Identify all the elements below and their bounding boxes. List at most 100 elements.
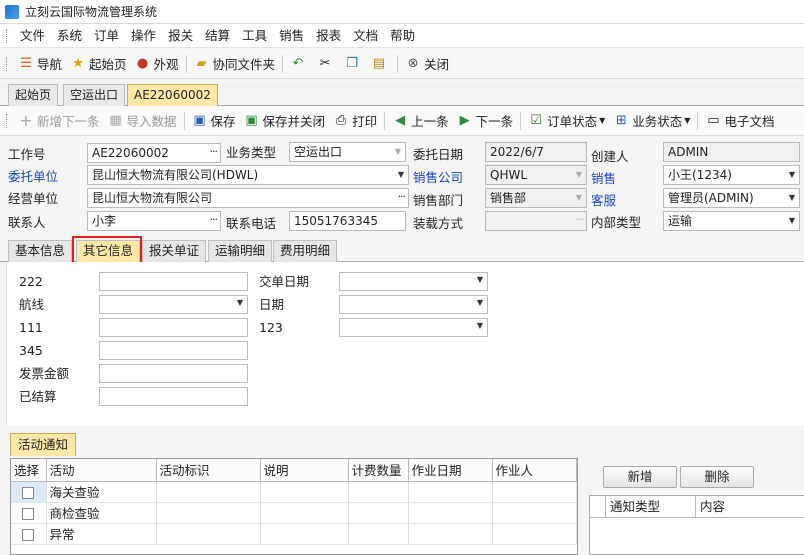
col-content[interactable]: 内容 (696, 496, 804, 518)
sales-company-select[interactable]: QHWL ▼ (485, 165, 587, 185)
ellipsis-icon[interactable]: ··· (210, 144, 218, 161)
prev-button[interactable]: ◀ 上一条 (388, 109, 453, 133)
menu-customs[interactable]: 报关 (162, 25, 199, 47)
sales-select[interactable]: 小王(1234) ▼ (663, 165, 800, 185)
biz-type-select[interactable]: 空运出口 ▼ (289, 142, 406, 162)
table-row[interactable]: 商检查验 (11, 502, 577, 524)
date-select[interactable]: ▼ (339, 295, 488, 314)
tab-basic-info[interactable]: 基本信息 (8, 240, 73, 262)
menu-settlement[interactable]: 结算 (199, 25, 236, 47)
menu-file[interactable]: 文件 (14, 25, 51, 47)
home-button[interactable]: ★ 起始页 (66, 52, 131, 76)
shared-folder-button[interactable]: ▰ 协同文件夹 (190, 52, 280, 76)
next-button[interactable]: ▶ 下一条 (453, 109, 518, 133)
sales-label[interactable]: 销售 (591, 169, 616, 189)
copy-icon: ❐ (346, 55, 358, 71)
import-button[interactable]: ▦ 导入数据 (104, 109, 181, 133)
entrust-date-label: 委托日期 (413, 147, 464, 162)
menu-tools[interactable]: 工具 (236, 25, 273, 47)
col-activity[interactable]: 活动 (46, 459, 157, 482)
tab-current-job[interactable]: AE22060002 (127, 84, 218, 107)
tab-home[interactable]: 起始页 (8, 84, 59, 106)
settled-label: 已结算 (19, 389, 57, 404)
client-label[interactable]: 委托单位 (8, 167, 58, 187)
ellipsis-icon[interactable]: ··· (398, 189, 406, 206)
save-close-button[interactable]: ▣ 保存并关闭 (240, 109, 330, 133)
close-button[interactable]: ⊗ 关闭 (401, 52, 453, 76)
field-111-input[interactable] (99, 318, 248, 337)
delete-notice-button[interactable]: 删除 (680, 466, 754, 488)
menu-reports[interactable]: 报表 (310, 25, 347, 47)
col-select[interactable]: 选择 (11, 459, 47, 482)
tab-air-export[interactable]: 空运出口 (63, 84, 126, 106)
submit-date-select[interactable]: ▼ (339, 272, 488, 291)
edoc-button[interactable]: ▭ 电子文档 (701, 109, 778, 133)
col-work-date[interactable]: 作业日期 (408, 459, 493, 482)
copy-button[interactable]: ❐ (340, 52, 367, 76)
save-button[interactable]: ▣ 保存 (188, 109, 240, 133)
field-222-input[interactable] (99, 272, 248, 291)
col-activity-id[interactable]: 活动标识 (156, 459, 261, 482)
ellipsis-icon[interactable]: ··· (210, 212, 218, 229)
menu-documents[interactable]: 文档 (347, 25, 384, 47)
route-label: 航线 (19, 297, 45, 312)
sales-dept-select[interactable]: 销售部 ▼ (485, 188, 587, 208)
tab-activity-notice[interactable]: 活动通知 (10, 433, 77, 456)
cs-label[interactable]: 客服 (591, 191, 616, 211)
route-select[interactable]: ▼ (99, 295, 248, 314)
field-345-input[interactable] (99, 341, 248, 360)
job-no-field[interactable]: AE22060002 ··· (87, 143, 221, 163)
table-row[interactable]: 异常 (11, 523, 577, 545)
col-billing-qty[interactable]: 计费数量 (348, 459, 409, 482)
chevron-down-icon: ▼ (599, 116, 606, 125)
col-notice-type[interactable]: 通知类型 (606, 496, 696, 518)
cut-button[interactable]: ✂ (313, 52, 340, 76)
loading-label: 装载方式 (413, 216, 464, 231)
contact-field[interactable]: 小李 ··· (87, 211, 221, 231)
menu-order[interactable]: 订单 (88, 25, 125, 47)
nav-button[interactable]: ☰ 导航 (14, 52, 66, 76)
col-worker[interactable]: 作业人 (492, 459, 577, 482)
row-checkbox[interactable] (22, 528, 34, 541)
cs-select[interactable]: 管理员(ADMIN) ▼ (663, 188, 800, 208)
chevron-down-icon: ▼ (397, 170, 404, 179)
biz-status-button[interactable]: ⊞ 业务状态 ▼ (609, 109, 694, 133)
menu-system[interactable]: 系统 (51, 25, 88, 47)
row-checkbox[interactable] (22, 507, 34, 520)
submit-date-label: 交单日期 (259, 274, 310, 289)
menu-operation[interactable]: 操作 (125, 25, 162, 47)
phone-field[interactable]: 15051763345 (289, 211, 406, 231)
tab-transport-details[interactable]: 运输明细 (208, 240, 273, 262)
tab-customs-docs[interactable]: 报关单证 (142, 240, 207, 262)
save-close-icon: ▣ (245, 112, 258, 128)
table-row[interactable]: 海关查验 (11, 481, 577, 503)
field-123-select[interactable]: ▼ (339, 318, 488, 337)
loading-field[interactable]: ··· (485, 211, 587, 231)
invoice-amount-input[interactable] (99, 364, 248, 383)
inner-type-select[interactable]: 运输 ▼ (663, 211, 800, 231)
col-description[interactable]: 说明 (260, 459, 349, 482)
undo-button[interactable]: ↶ (286, 52, 313, 76)
creator-label: 创建人 (591, 149, 629, 164)
paste-button[interactable]: ▤ (367, 52, 394, 76)
add-notice-button[interactable]: 新增 (603, 466, 677, 488)
entrust-date-field[interactable]: 2022/6/7 (485, 142, 587, 162)
client-select[interactable]: 昆山恒大物流有限公司(HDWL) ▼ (87, 165, 409, 185)
print-button[interactable]: ⎙ 打印 (329, 109, 381, 133)
creator-field[interactable]: ADMIN (663, 142, 800, 162)
menu-sales[interactable]: 销售 (273, 25, 310, 47)
row-checkbox[interactable] (22, 486, 34, 499)
chevron-down-icon: ▼ (476, 298, 483, 307)
add-next-button[interactable]: + 新增下一条 (14, 109, 104, 133)
document-icon: ▭ (707, 112, 720, 128)
menu-help[interactable]: 帮助 (384, 25, 421, 47)
settled-input[interactable] (99, 387, 248, 406)
other-info-panel: 222 航线 ▼ 111 345 发票金额 已结算 交单日期 ▼ 日期 ▼ 12… (6, 262, 804, 426)
appearance-button[interactable]: ● 外观 (131, 52, 183, 76)
tab-fee-details[interactable]: 费用明细 (273, 240, 338, 262)
operator-unit-field[interactable]: 昆山恒大物流有限公司 ··· (87, 188, 409, 208)
toolbar-grip (6, 56, 8, 71)
order-status-button[interactable]: ☑ 订单状态 ▼ (524, 109, 609, 133)
ellipsis-icon[interactable]: ··· (576, 212, 584, 229)
sales-company-label[interactable]: 销售公司 (413, 168, 463, 188)
